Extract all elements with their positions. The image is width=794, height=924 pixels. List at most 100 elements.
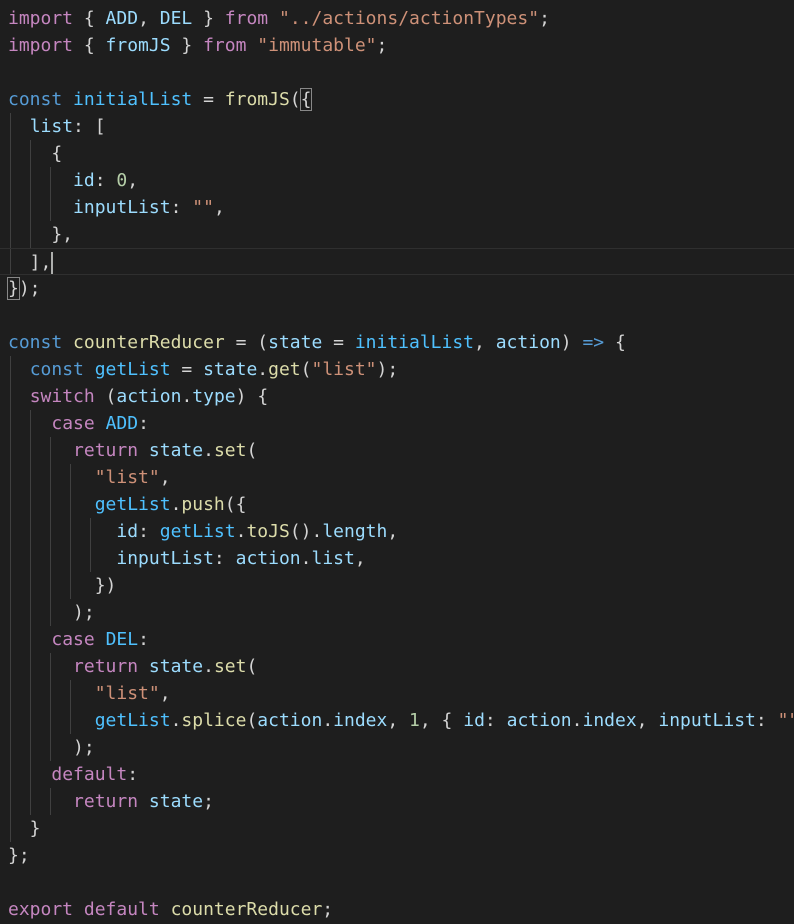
code-token: state bbox=[148, 656, 204, 677]
code-token: = ( bbox=[224, 332, 269, 353]
code-line[interactable]: } bbox=[0, 815, 794, 842]
code-line[interactable]: ); bbox=[0, 734, 794, 761]
code-token: : bbox=[94, 170, 117, 191]
code-line[interactable]: import { ADD, DEL } from "../actions/act… bbox=[0, 5, 794, 32]
code-line[interactable]: id: getList.toJS().length, bbox=[0, 518, 794, 545]
code-token: default bbox=[83, 899, 160, 920]
code-line[interactable]: export default counterReducer; bbox=[0, 896, 794, 923]
code-line[interactable]: return state; bbox=[0, 788, 794, 815]
code-token: . bbox=[300, 548, 312, 569]
code-token: , { bbox=[419, 710, 464, 731]
code-token: toJS bbox=[246, 521, 290, 542]
code-line[interactable]: switch (action.type) { bbox=[0, 383, 794, 410]
code-line[interactable]: return state.set( bbox=[0, 653, 794, 680]
code-line[interactable]: }) bbox=[0, 572, 794, 599]
code-line[interactable] bbox=[0, 302, 794, 329]
code-token: , bbox=[387, 521, 399, 542]
code-line[interactable]: ], bbox=[0, 248, 794, 275]
code-token: 0 bbox=[116, 170, 128, 191]
code-token: get bbox=[268, 359, 301, 380]
code-line[interactable]: }, bbox=[0, 221, 794, 248]
code-token: ( bbox=[300, 359, 312, 380]
code-token: getList bbox=[94, 359, 171, 380]
code-line[interactable]: id: 0, bbox=[0, 167, 794, 194]
code-line[interactable]: "list", bbox=[0, 464, 794, 491]
code-token: state bbox=[148, 440, 204, 461]
code-token: "" bbox=[192, 197, 214, 218]
code-token: id bbox=[463, 710, 485, 731]
code-line[interactable]: return state.set( bbox=[0, 437, 794, 464]
code-line[interactable]: { bbox=[0, 140, 794, 167]
code-token: import bbox=[8, 8, 74, 29]
code-token: ({ bbox=[224, 494, 247, 515]
code-token: , bbox=[138, 8, 160, 29]
code-token: switch bbox=[29, 386, 95, 407]
code-token: from bbox=[203, 35, 247, 56]
code-token: case bbox=[51, 629, 95, 650]
code-token: set bbox=[213, 440, 247, 461]
code-token: . bbox=[170, 494, 182, 515]
code-line[interactable]: const initialList = fromJS({ bbox=[0, 86, 794, 113]
code-line[interactable]: }); bbox=[0, 275, 794, 302]
code-line[interactable]: case ADD: bbox=[0, 410, 794, 437]
code-line[interactable]: default: bbox=[0, 761, 794, 788]
code-line[interactable]: "list", bbox=[0, 680, 794, 707]
code-line[interactable]: case DEL: bbox=[0, 626, 794, 653]
code-token: : bbox=[138, 629, 149, 650]
code-token: , bbox=[127, 170, 139, 191]
code-token: }) bbox=[8, 575, 117, 596]
code-token: initialList bbox=[354, 332, 475, 353]
code-token: ( bbox=[94, 386, 117, 407]
code-line[interactable] bbox=[0, 59, 794, 86]
code-token: ; bbox=[539, 8, 550, 29]
code-token: length bbox=[322, 521, 388, 542]
code-token: "list" bbox=[311, 359, 377, 380]
code-token: action bbox=[506, 710, 572, 731]
code-token: , bbox=[213, 197, 225, 218]
code-token: . bbox=[322, 710, 334, 731]
code-token: action bbox=[495, 332, 561, 353]
code-token: { bbox=[604, 332, 626, 353]
code-token: fromJS bbox=[105, 35, 171, 56]
code-token: push bbox=[181, 494, 225, 515]
code-line[interactable]: list: [ bbox=[0, 113, 794, 140]
code-line[interactable]: import { fromJS } from "immutable"; bbox=[0, 32, 794, 59]
code-line[interactable] bbox=[0, 869, 794, 896]
code-line[interactable]: const getList = state.get("list"); bbox=[0, 356, 794, 383]
code-token: : bbox=[755, 710, 778, 731]
code-token: "list" bbox=[94, 683, 160, 704]
code-token: getList bbox=[159, 521, 236, 542]
code-line[interactable]: getList.push({ bbox=[0, 491, 794, 518]
code-line[interactable]: inputList: action.list, bbox=[0, 545, 794, 572]
code-token: . bbox=[571, 710, 583, 731]
code-line[interactable]: }; bbox=[0, 842, 794, 869]
code-token: , bbox=[354, 548, 366, 569]
code-token: index bbox=[582, 710, 637, 731]
code-token: , bbox=[387, 710, 410, 731]
code-token: type bbox=[192, 386, 236, 407]
code-token: const bbox=[29, 359, 84, 380]
code-token: action bbox=[257, 710, 323, 731]
code-line[interactable]: const counterReducer = (state = initialL… bbox=[0, 329, 794, 356]
code-line[interactable]: inputList: "", bbox=[0, 194, 794, 221]
code-token: return bbox=[73, 656, 139, 677]
code-line[interactable]: ); bbox=[0, 599, 794, 626]
code-editor[interactable]: import { ADD, DEL } from "../actions/act… bbox=[0, 0, 794, 924]
code-line[interactable]: getList.splice(action.index, 1, { id: ac… bbox=[0, 707, 794, 734]
code-token: initialList bbox=[73, 89, 193, 110]
code-token: ); bbox=[8, 602, 95, 623]
